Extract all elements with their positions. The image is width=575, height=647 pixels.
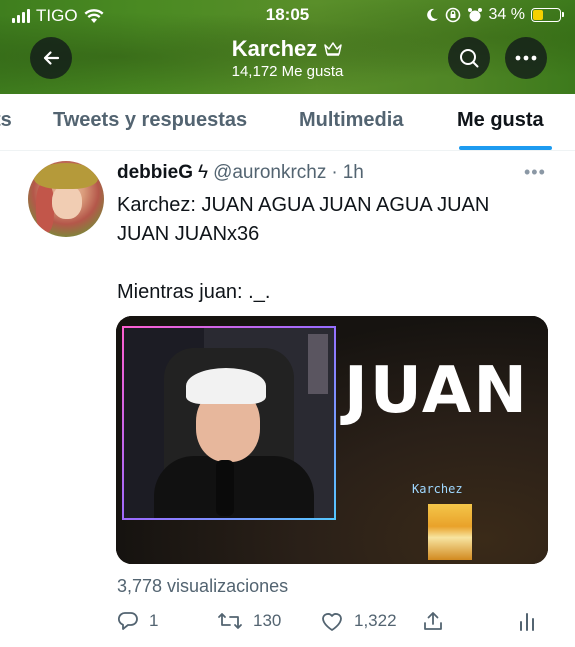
reply-button[interactable]: 1: [117, 610, 158, 632]
tab-me-gusta[interactable]: Me gusta: [457, 109, 544, 132]
reply-icon: [117, 612, 138, 630]
tweet-time[interactable]: 1h: [343, 162, 364, 184]
author-handle[interactable]: @auronkrchz: [213, 162, 326, 184]
avatar-hair: [36, 183, 54, 233]
status-bar: TIGO 18:05 34 %: [0, 0, 575, 30]
views-count[interactable]: 3,778 visualizaciones: [117, 576, 288, 597]
avatar-face: [52, 185, 82, 219]
battery-percent: 34 %: [488, 6, 525, 23]
moon-icon: [426, 8, 438, 21]
orientation-lock-icon: [445, 7, 460, 23]
microphone: [216, 460, 234, 516]
retweet-icon: [218, 613, 242, 629]
tweet-actions: 1 130 1,322: [117, 610, 547, 640]
heart-icon: [322, 613, 342, 631]
game-nametag: Karchez: [412, 482, 463, 496]
tab-multimedia[interactable]: Multimedia: [299, 109, 403, 132]
tab-tweets[interactable]: ts: [0, 109, 12, 132]
analytics-icon: [520, 613, 534, 631]
tweet-header: debbieG ϟ @auronkrchz · 1h: [117, 162, 364, 184]
separator: ·: [331, 162, 338, 183]
more-options-button[interactable]: [505, 37, 547, 79]
tab-tweets-y-respuestas[interactable]: Tweets y respuestas: [53, 109, 247, 132]
author-name[interactable]: debbieG: [117, 162, 193, 184]
like-count: 1,322: [354, 611, 397, 630]
active-tab-indicator: [459, 146, 552, 150]
like-button[interactable]: 1,322: [320, 610, 397, 632]
led-panel: [308, 334, 328, 394]
crown-icon: [324, 42, 343, 56]
tweet-more-icon[interactable]: •••: [524, 162, 546, 183]
person-body: [154, 456, 314, 518]
retweet-count: 130: [253, 611, 282, 630]
share-button[interactable]: [422, 610, 444, 632]
retweet-button[interactable]: 130: [217, 610, 281, 632]
reply-count: 1: [149, 611, 159, 630]
tweet-text: Karchez: JUAN AGUA JUAN AGUA JUAN JUAN J…: [117, 194, 490, 303]
profile-tabs: ts Tweets y respuestas Multimedia Me gus…: [0, 94, 575, 151]
game-character: [428, 504, 472, 560]
alarm-icon: [467, 8, 482, 22]
avatar-hat: [34, 163, 98, 189]
avatar[interactable]: [28, 161, 104, 237]
share-icon: [424, 612, 442, 630]
tweet-media[interactable]: JUAN Karchez: [116, 316, 548, 564]
white-cap: [186, 368, 266, 404]
likes-count: 14,172 Me gusta: [231, 63, 344, 80]
webcam-frame: [122, 326, 336, 520]
search-button[interactable]: [448, 37, 490, 79]
lightning-icon: ϟ: [198, 162, 209, 183]
ellipsis-icon: [515, 55, 537, 61]
analytics-button[interactable]: [517, 610, 537, 632]
profile-name: Karchez: [231, 36, 318, 61]
media-overlay-text: JUAN: [344, 354, 529, 428]
battery-icon: [531, 8, 564, 22]
search-icon: [460, 49, 479, 68]
